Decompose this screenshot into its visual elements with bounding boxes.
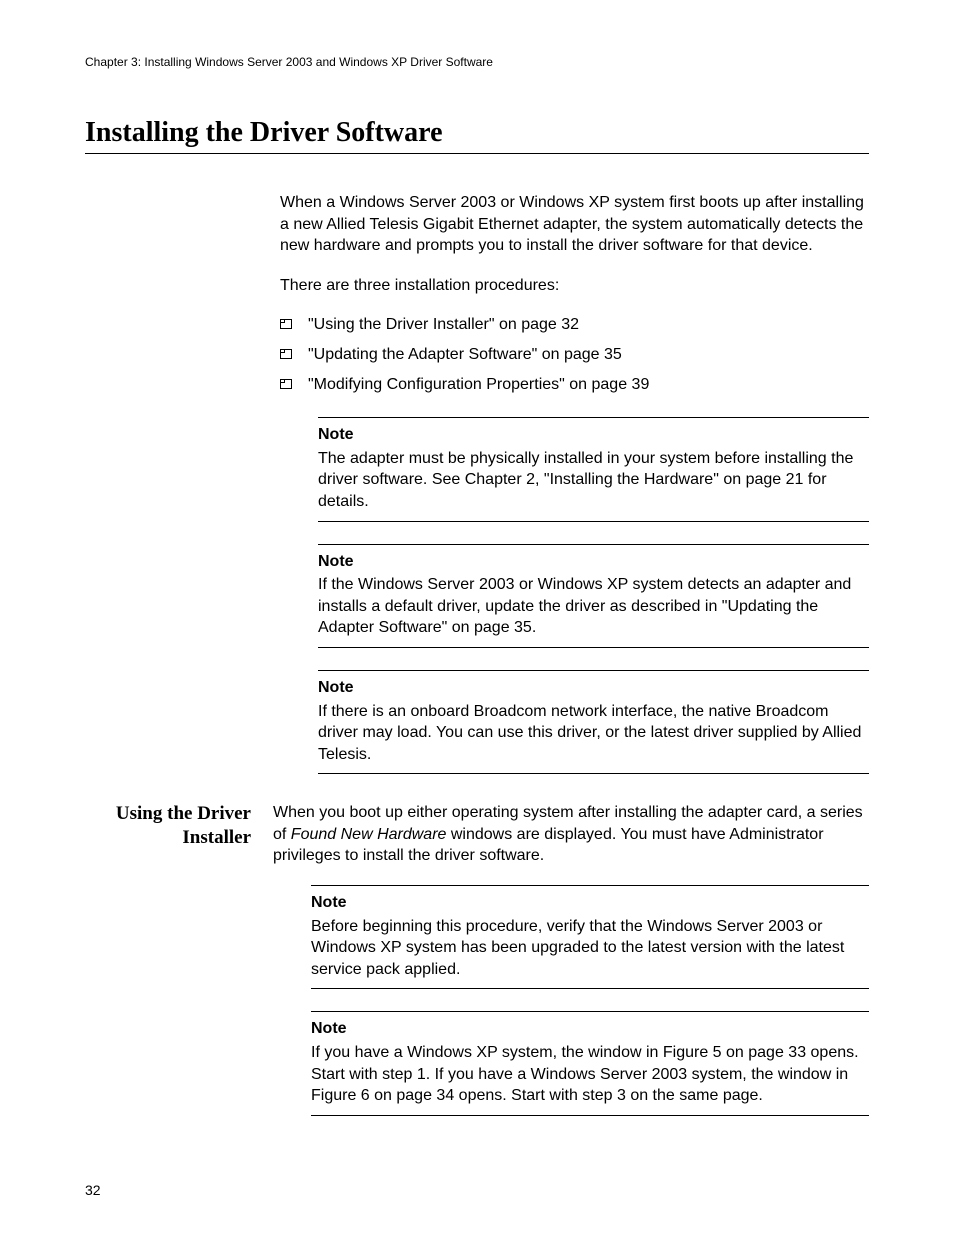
tab-bullet-icon	[280, 374, 308, 395]
intro-paragraph-1: When a Windows Server 2003 or Windows XP…	[280, 192, 869, 257]
note-text: If there is an onboard Broadcom network …	[318, 701, 869, 766]
note-label: Note	[318, 677, 869, 699]
note-text: Before beginning this procedure, verify …	[311, 916, 869, 981]
list-item: "Using the Driver Installer" on page 32	[280, 314, 869, 336]
list-item: "Modifying Configuration Properties" on …	[280, 374, 869, 396]
subsection-paragraph: When you boot up either operating system…	[273, 802, 869, 867]
list-item: "Updating the Adapter Software" on page …	[280, 344, 869, 366]
note-text: If you have a Windows XP system, the win…	[311, 1042, 869, 1107]
note-block: Note Before beginning this procedure, ve…	[311, 885, 869, 989]
note-text: The adapter must be physically installed…	[318, 448, 869, 513]
note-label: Note	[311, 1018, 869, 1040]
note-label: Note	[318, 551, 869, 573]
section-title: Installing the Driver Software	[85, 117, 869, 154]
running-header: Chapter 3: Installing Windows Server 200…	[85, 55, 869, 69]
text-italic: Found New Hardware	[291, 826, 447, 843]
body-area: When a Windows Server 2003 or Windows XP…	[280, 192, 869, 774]
page: Chapter 3: Installing Windows Server 200…	[0, 0, 954, 1238]
subsection-heading: Using the Driver Installer	[85, 802, 273, 850]
note-block: Note The adapter must be physically inst…	[318, 417, 869, 521]
note-label: Note	[311, 892, 869, 914]
note-text: If the Windows Server 2003 or Windows XP…	[318, 574, 869, 639]
note-block: Note If there is an onboard Broadcom net…	[318, 670, 869, 774]
subsection-using-driver-installer: Using the Driver Installer When you boot…	[85, 802, 869, 1138]
tab-bullet-icon	[280, 344, 308, 365]
note-block: Note If you have a Windows XP system, th…	[311, 1011, 869, 1115]
list-item-text: "Updating the Adapter Software" on page …	[308, 344, 622, 366]
list-item-text: "Modifying Configuration Properties" on …	[308, 374, 649, 396]
procedure-list: "Using the Driver Installer" on page 32 …	[280, 314, 869, 395]
page-number: 32	[85, 1182, 869, 1198]
intro-paragraph-2: There are three installation procedures:	[280, 275, 869, 297]
subsection-body: When you boot up either operating system…	[273, 802, 869, 1138]
tab-bullet-icon	[280, 314, 308, 335]
list-item-text: "Using the Driver Installer" on page 32	[308, 314, 579, 336]
note-label: Note	[318, 424, 869, 446]
note-block: Note If the Windows Server 2003 or Windo…	[318, 544, 869, 648]
